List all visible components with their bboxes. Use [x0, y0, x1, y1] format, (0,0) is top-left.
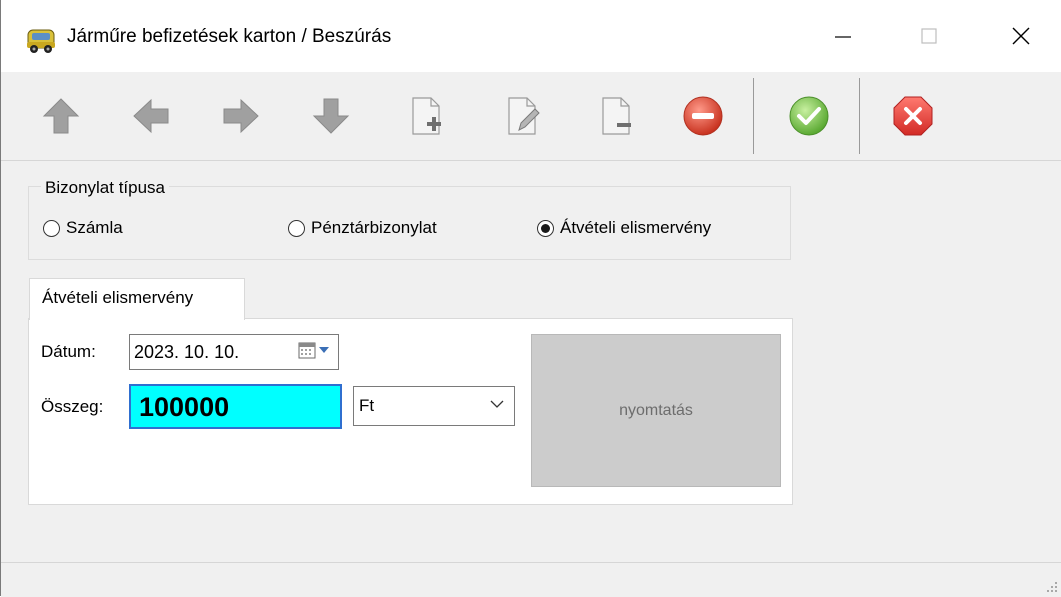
chevron-down-icon [490, 400, 504, 408]
tab-atveteli-elismerveny[interactable]: Átvételi elismervény [29, 278, 245, 320]
previous-record-button[interactable] [125, 90, 177, 142]
first-record-button[interactable] [35, 90, 87, 142]
status-bar [1, 562, 1061, 597]
minimize-button[interactable] [815, 14, 871, 58]
amount-label: Összeg: [41, 397, 104, 416]
radio-label: Pénztárbizonylat [311, 218, 437, 237]
date-picker[interactable]: 2023. 10. 10. [129, 334, 339, 370]
red-minus-icon [683, 96, 723, 136]
dropdown-arrow-icon [319, 347, 329, 353]
calendar-dropdown-button[interactable] [298, 341, 330, 359]
maximize-button[interactable] [901, 14, 957, 58]
green-check-icon [789, 96, 829, 136]
new-record-button[interactable] [399, 90, 451, 142]
delete-button[interactable] [677, 90, 729, 142]
document-remove-icon [602, 97, 631, 135]
remove-record-button[interactable] [589, 90, 641, 142]
last-record-button[interactable] [305, 90, 357, 142]
minimize-icon [835, 36, 851, 38]
cancel-button[interactable] [887, 90, 939, 142]
print-button[interactable]: nyomtatás [531, 334, 781, 487]
arrow-down-icon [312, 98, 350, 134]
arrow-right-icon [223, 98, 259, 134]
calendar-icon [298, 342, 316, 359]
close-icon [1012, 27, 1030, 45]
window-title: Járműre befizetések karton / Beszúrás [67, 26, 392, 47]
toolbar-separator [753, 78, 754, 154]
next-record-button[interactable] [215, 90, 267, 142]
edit-record-button[interactable] [495, 90, 547, 142]
radio-penztarbizonylat[interactable]: Pénztárbizonylat [288, 218, 437, 238]
print-button-label: nyomtatás [619, 401, 693, 419]
date-label: Dátum: [41, 342, 96, 361]
amount-value: 100000 [139, 392, 230, 422]
document-edit-icon [508, 97, 540, 135]
arrow-left-icon [133, 98, 169, 134]
radio-button-checked-icon [537, 219, 554, 237]
confirm-button[interactable] [783, 90, 835, 142]
maximize-icon [921, 28, 937, 44]
radio-label: Átvételi elismervény [560, 218, 712, 237]
radio-button-icon [288, 219, 305, 237]
close-button[interactable] [993, 14, 1049, 58]
dialog-window: Járműre befizetések karton / Beszúrás Bi… [0, 0, 1061, 597]
arrow-up-icon [42, 98, 80, 134]
amount-input[interactable]: 100000 [129, 384, 342, 429]
radio-atveteli-elismerveny[interactable]: Átvételi elismervény [537, 218, 711, 238]
resize-grip-icon[interactable] [1046, 581, 1058, 593]
radio-label: Számla [66, 218, 123, 237]
document-add-icon [412, 97, 441, 135]
currency-value: Ft [359, 396, 375, 415]
title-bar: Járműre befizetések karton / Beszúrás [1, 0, 1061, 72]
radio-szamla[interactable]: Számla [43, 218, 123, 238]
car-icon [25, 24, 57, 56]
tab-label: Átvételi elismervény [42, 288, 194, 307]
currency-select[interactable]: Ft [353, 386, 515, 426]
radio-button-icon [43, 219, 60, 237]
red-x-icon [893, 96, 933, 136]
date-value: 2023. 10. 10. [134, 342, 240, 362]
document-type-label: Bizonylat típusa [41, 178, 170, 198]
toolbar [1, 72, 1061, 161]
toolbar-separator [859, 78, 860, 154]
